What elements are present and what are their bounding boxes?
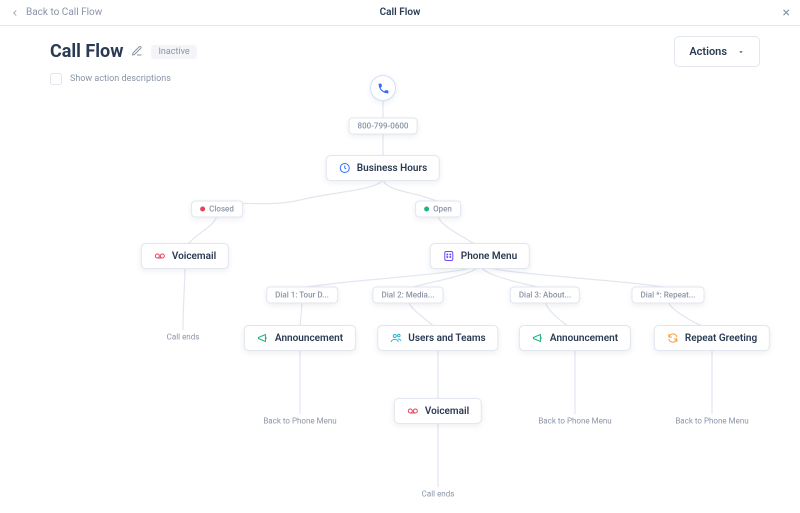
phone-number-label: 800-799-0600: [349, 118, 418, 135]
dial-2-label: Dial 2: Media...: [372, 287, 443, 304]
flow-canvas: 800-799-0600 Business Hours Closed Open …: [0, 72, 800, 513]
announcement-icon: [532, 332, 544, 344]
top-title: Call Flow: [380, 7, 421, 18]
repeat-greeting-label: Repeat Greeting: [685, 333, 757, 344]
dial-1-chip[interactable]: Dial 1: Tour D...: [266, 287, 338, 304]
node-voicemail-users[interactable]: Voicemail: [394, 398, 482, 424]
phone-icon: [377, 82, 390, 95]
close-button[interactable]: ×: [783, 6, 790, 20]
node-users-teams[interactable]: Users and Teams: [377, 325, 498, 351]
dial-3-label: Dial 3: About...: [510, 287, 580, 304]
node-announcement-2[interactable]: Announcement: [519, 325, 631, 351]
voicemail-icon: [407, 405, 419, 417]
branch-open[interactable]: Open: [415, 201, 461, 218]
phone-menu-label: Phone Menu: [461, 251, 517, 262]
actions-button[interactable]: Actions: [674, 36, 760, 67]
term-back-menu-2: Back to Phone Menu: [536, 409, 613, 428]
start-node[interactable]: [370, 75, 396, 101]
phone-number-chip[interactable]: 800-799-0600: [349, 118, 418, 135]
back-menu-label: Back to Phone Menu: [673, 417, 750, 426]
node-announcement-1[interactable]: Announcement: [244, 325, 356, 351]
node-repeat-greeting[interactable]: Repeat Greeting: [654, 325, 770, 351]
back-menu-label: Back to Phone Menu: [536, 417, 613, 426]
term-back-menu-1: Back to Phone Menu: [261, 409, 338, 428]
back-arrow-icon: [10, 8, 20, 18]
voicemail-users-label: Voicemail: [425, 406, 469, 417]
branch-closed[interactable]: Closed: [191, 201, 243, 218]
node-business-hours[interactable]: Business Hours: [326, 155, 440, 181]
edit-icon[interactable]: [131, 42, 143, 61]
status-badge: Inactive: [151, 45, 196, 59]
repeat-icon: [667, 332, 679, 344]
actions-label: Actions: [689, 45, 727, 58]
business-hours-label: Business Hours: [357, 163, 427, 174]
node-voicemail-closed[interactable]: Voicemail: [141, 243, 229, 269]
top-bar: Back to Call Flow Call Flow ×: [0, 0, 800, 26]
caret-down-icon: [737, 48, 745, 56]
call-ends-label: Call ends: [165, 333, 202, 342]
clock-icon: [339, 162, 351, 174]
open-label: Open: [433, 205, 452, 214]
voicemail-closed-label: Voicemail: [172, 251, 216, 262]
page-title: Call Flow: [50, 41, 123, 62]
dial-3-chip[interactable]: Dial 3: About...: [510, 287, 580, 304]
dial-2-chip[interactable]: Dial 2: Media...: [372, 287, 443, 304]
page-header: Call Flow Inactive Actions: [0, 26, 800, 67]
dial-star-label: Dial *: Repeat...: [632, 287, 705, 304]
dial-star-chip[interactable]: Dial *: Repeat...: [632, 287, 705, 304]
term-call-ends-right: Call ends: [420, 482, 457, 501]
closed-dot-icon: [200, 207, 205, 212]
announcement-2-label: Announcement: [550, 333, 618, 344]
back-link[interactable]: Back to Call Flow: [10, 7, 102, 18]
open-dot-icon: [424, 207, 429, 212]
back-label: Back to Call Flow: [26, 7, 102, 18]
users-icon: [390, 332, 402, 344]
announcement-icon: [257, 332, 269, 344]
call-ends-label: Call ends: [420, 490, 457, 499]
closed-label: Closed: [209, 205, 234, 214]
term-back-menu-3: Back to Phone Menu: [673, 409, 750, 428]
term-call-ends-left: Call ends: [165, 325, 202, 344]
node-phone-menu[interactable]: Phone Menu: [430, 243, 530, 269]
dial-1-label: Dial 1: Tour D...: [266, 287, 338, 304]
back-menu-label: Back to Phone Menu: [261, 417, 338, 426]
announcement-1-label: Announcement: [275, 333, 343, 344]
users-teams-label: Users and Teams: [408, 333, 485, 344]
voicemail-icon: [154, 250, 166, 262]
phone-menu-icon: [443, 250, 455, 262]
